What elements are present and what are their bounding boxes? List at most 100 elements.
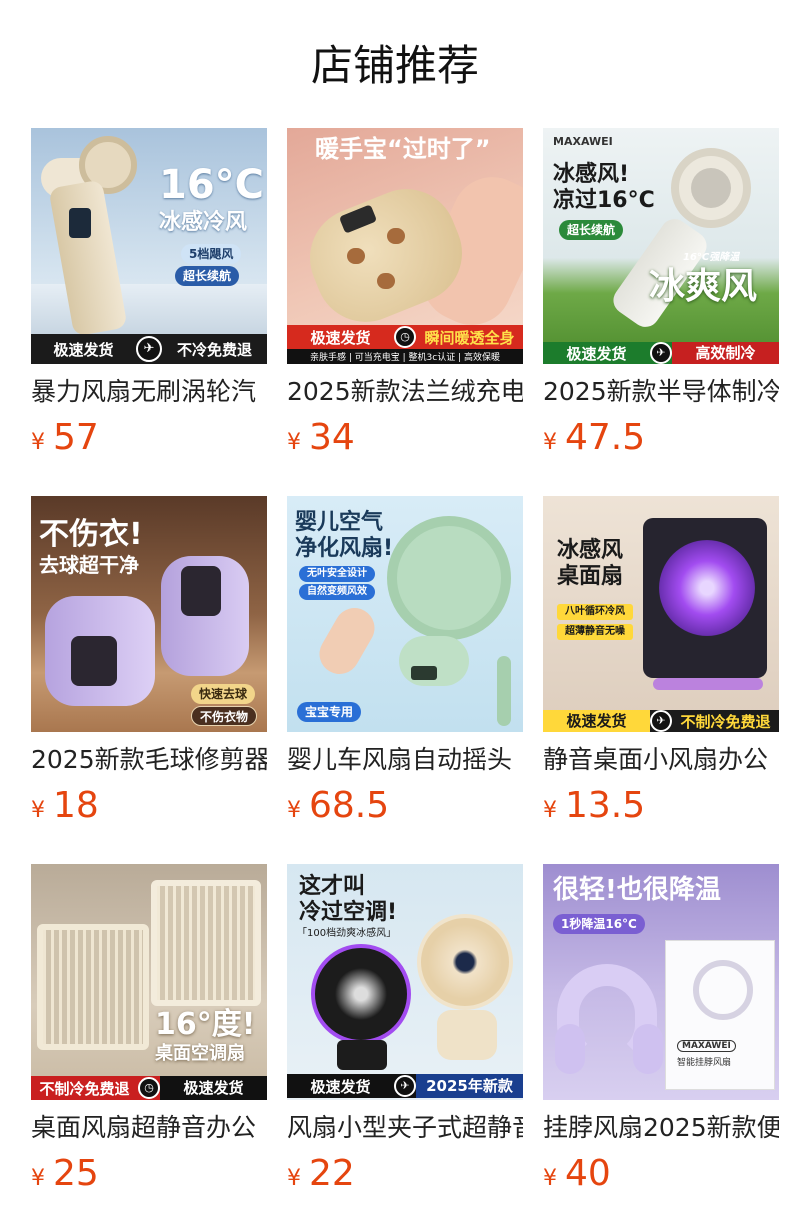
product-image[interactable]: 不伤衣! 去球超干净 快速去球 不伤衣物: [31, 496, 267, 732]
product-image[interactable]: 冰感风 桌面扇 八叶循环冷风 超薄静音无噪 极速发货 ✈ 不制冷免费退: [543, 496, 779, 732]
product-price: ¥40: [543, 1152, 779, 1196]
plane-icon: ✈: [650, 710, 672, 732]
product-card[interactable]: 不伤衣! 去球超干净 快速去球 不伤衣物 2025新款毛球修剪器 ¥18: [31, 496, 267, 828]
currency-symbol: ¥: [543, 1166, 557, 1191]
image-headline: 冰感风!: [553, 162, 630, 187]
price-value: 34: [309, 417, 355, 458]
image-pill: 1秒降温16°C: [553, 914, 645, 934]
strip-label: 瞬间暖透全身: [424, 328, 515, 347]
currency-symbol: ¥: [31, 798, 45, 823]
box-label: 智能挂脖风扇: [677, 1058, 732, 1068]
image-pill: 超长续航: [559, 220, 624, 240]
strip-label: 极速发货: [543, 710, 650, 732]
box-brand: MAXAWEI: [677, 1040, 736, 1053]
product-price: ¥57: [31, 416, 267, 460]
product-card[interactable]: 婴儿空气 净化风扇! 无叶安全设计 自然变频风效 宝宝专用 婴儿车风扇自动摇头 …: [287, 496, 523, 828]
price-value: 57: [53, 417, 99, 458]
image-subhead: 冷过空调!: [299, 900, 398, 925]
plane-icon: ✈: [650, 342, 672, 364]
currency-symbol: ¥: [543, 798, 557, 823]
brand-logo: MAXAWEI: [553, 135, 613, 148]
image-pill: 5档飓风: [181, 244, 242, 264]
product-name[interactable]: 静音桌面小风扇办公: [543, 742, 779, 778]
image-strip: 极速发货 ✈ 不制冷免费退: [543, 710, 779, 732]
image-headline: 16°度!: [155, 1007, 256, 1042]
product-price: ¥18: [31, 784, 267, 828]
image-pill: 「100档劲爽冰感风」: [297, 928, 397, 939]
image-pill: 宝宝专用: [297, 702, 362, 722]
strip-label: 不制冷免费退: [680, 712, 771, 731]
image-pill: 超薄静音无噪: [557, 624, 633, 640]
price-value: 47.5: [565, 417, 646, 458]
product-card[interactable]: MAXAWEI 冰感风! 凉过16°C 超长续航 16°C强降温 冰爽风 极速发…: [543, 128, 779, 460]
product-card[interactable]: 这才叫 冷过空调! 「100档劲爽冰感风」 极速发货 ✈ 2025年新款 风扇小…: [287, 864, 523, 1196]
image-headline: 婴儿空气: [295, 510, 384, 535]
product-price: ¥13.5: [543, 784, 779, 828]
product-name[interactable]: 桌面风扇超静音办公: [31, 1110, 267, 1146]
product-price: ¥25: [31, 1152, 267, 1196]
image-pill: 自然变频风效: [299, 584, 375, 600]
image-headline: 不伤衣!: [39, 517, 143, 552]
strip-label: 不冷免费退: [176, 340, 252, 359]
strip-label: 高效制冷: [672, 342, 779, 364]
image-headline: 很轻!也很降温: [553, 875, 721, 905]
product-image[interactable]: 16°度! 桌面空调扇 不制冷免费退 ◷ 极速发货: [31, 864, 267, 1100]
currency-symbol: ¥: [287, 430, 301, 455]
image-subhead: 凉过16°C: [553, 188, 655, 213]
section-title: 店铺推荐: [310, 41, 479, 90]
product-name[interactable]: 2025新款半导体制冷: [543, 374, 779, 410]
price-value: 68.5: [309, 785, 390, 826]
product-card[interactable]: 很轻!也很降温 1秒降温16°C MAXAWEI 智能挂脖风扇 挂脖风扇2025…: [543, 864, 779, 1196]
product-card[interactable]: 16°C 冰感冷风 5档飓风 超长续航 极速发货 ✈ 不冷免费退 暴力风扇无刷涡…: [31, 128, 267, 460]
image-pill: 超长续航: [175, 266, 240, 286]
image-strip: 极速发货 ◷ 瞬间暖透全身: [287, 325, 523, 349]
strip-label: 极速发货: [310, 1077, 371, 1096]
product-image[interactable]: 很轻!也很降温 1秒降温16°C MAXAWEI 智能挂脖风扇: [543, 864, 779, 1100]
product-price: ¥34: [287, 416, 523, 460]
image-pill: 八叶循环冷风: [557, 604, 633, 620]
product-image[interactable]: 婴儿空气 净化风扇! 无叶安全设计 自然变频风效 宝宝专用: [287, 496, 523, 732]
plane-icon: ✈: [394, 1075, 416, 1097]
strip-label: 不制冷免费退: [39, 1079, 130, 1098]
currency-symbol: ¥: [543, 430, 557, 455]
product-image[interactable]: MAXAWEI 冰感风! 凉过16°C 超长续航 16°C强降温 冰爽风 极速发…: [543, 128, 779, 364]
product-name[interactable]: 2025新款法兰绒充电: [287, 374, 523, 410]
product-card[interactable]: 冰感风 桌面扇 八叶循环冷风 超薄静音无噪 极速发货 ✈ 不制冷免费退 静音桌面…: [543, 496, 779, 828]
clock-icon: ◷: [394, 326, 416, 348]
image-headline: 16°C: [159, 162, 265, 208]
image-strip: 极速发货 ✈ 不冷免费退: [31, 334, 267, 364]
product-price: ¥22: [287, 1152, 523, 1196]
image-pill: 无叶安全设计: [299, 566, 375, 582]
image-subhead: 桌面扇: [557, 564, 624, 589]
image-subhead: 净化风扇!: [295, 536, 394, 561]
product-card[interactable]: 16°度! 桌面空调扇 不制冷免费退 ◷ 极速发货 桌面风扇超静音办公 ¥25: [31, 864, 267, 1196]
price-value: 25: [53, 1153, 99, 1194]
product-name[interactable]: 2025新款毛球修剪器: [31, 742, 267, 778]
strip-label: 极速发货: [53, 340, 114, 359]
strip-label: 极速发货: [566, 344, 627, 363]
image-footer: 亲肤手感 | 可当充电宝 | 整机3c认证 | 高效保暖: [287, 349, 523, 364]
product-image[interactable]: 暖手宝“过时了” 极速发货 ◷ 瞬间暖透全身 亲肤手感 | 可当充电宝 | 整机…: [287, 128, 523, 364]
product-price: ¥47.5: [543, 416, 779, 460]
product-price: ¥68.5: [287, 784, 523, 828]
image-bigtext: 冰爽风: [649, 266, 758, 307]
product-name[interactable]: 婴儿车风扇自动摇头: [287, 742, 523, 778]
image-pill: 不伤衣物: [191, 706, 258, 726]
strip-label: 2025年新款: [416, 1074, 523, 1098]
product-card[interactable]: 暖手宝“过时了” 极速发货 ◷ 瞬间暖透全身 亲肤手感 | 可当充电宝 | 整机…: [287, 128, 523, 460]
product-name[interactable]: 风扇小型夹子式超静音: [287, 1110, 523, 1146]
product-image[interactable]: 16°C 冰感冷风 5档飓风 超长续航 极速发货 ✈ 不冷免费退: [31, 128, 267, 364]
currency-symbol: ¥: [31, 430, 45, 455]
image-subhead: 去球超干净: [39, 553, 139, 577]
image-subhead: 冰感冷风: [159, 210, 248, 235]
price-value: 22: [309, 1153, 355, 1194]
plane-icon: ✈: [136, 336, 162, 362]
image-strip: 极速发货 ✈ 2025年新款: [287, 1074, 523, 1098]
image-headline: 暖手宝“过时了”: [315, 135, 491, 163]
product-name[interactable]: 暴力风扇无刷涡轮汽: [31, 374, 267, 410]
footer-text: 亲肤手感 | 可当充电宝 | 整机3c认证 | 高效保暖: [310, 353, 500, 363]
clock-icon: ◷: [138, 1077, 160, 1099]
product-image[interactable]: 这才叫 冷过空调! 「100档劲爽冰感风」 极速发货 ✈ 2025年新款: [287, 864, 523, 1100]
image-strip: 不制冷免费退 ◷ 极速发货: [31, 1076, 267, 1100]
product-name[interactable]: 挂脖风扇2025新款便携: [543, 1110, 779, 1146]
